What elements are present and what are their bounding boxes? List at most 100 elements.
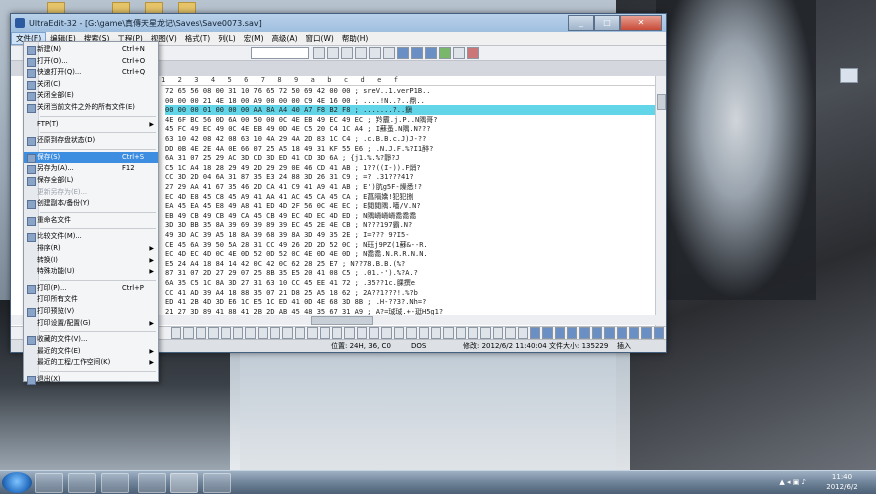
file-menu-item[interactable]: 保存全部(L) [24, 175, 158, 186]
help-icon[interactable] [453, 47, 465, 59]
bottom-tool-icon[interactable] [393, 327, 405, 339]
bottom-tool-icon[interactable] [183, 327, 194, 339]
bottom-tool-icon[interactable] [257, 327, 268, 339]
file-menu-item[interactable]: 重命名文件 [24, 215, 158, 226]
avatar-app-icon[interactable] [138, 473, 166, 493]
file-menu-item[interactable]: 打印设置/配置(G) ▶ [24, 318, 158, 329]
hex-row[interactable]: ED 41 2B 4D 3D E6 1C E5 1C ED 41 0D 4E 6… [165, 297, 655, 307]
file-menu-item[interactable]: 特殊功能(U) ▶ [24, 266, 158, 277]
bottom-tool-icon[interactable] [628, 327, 640, 339]
hex-row[interactable]: 63 10 42 08 42 08 63 10 4A 29 4A 2D 83 1… [165, 134, 655, 144]
hex-row[interactable]: EC 4D EC 4D 0C 4E 0D 52 0D 52 0C 4E 0D 4… [165, 249, 655, 259]
bottom-tool-icon[interactable] [542, 327, 553, 339]
bottom-tool-icon[interactable] [220, 327, 231, 339]
file-menu-item[interactable]: 比较文件(M)... [24, 231, 158, 243]
file-menu-item[interactable]: 最近的文件(E) ▶ [24, 346, 158, 357]
clock[interactable]: 11:40 2012/6/2 [812, 472, 872, 493]
file-menu-item[interactable]: 收藏的文件(V)... [24, 334, 158, 346]
bottom-tool-icon[interactable] [270, 327, 281, 339]
hex-row[interactable]: 27 29 AA 41 67 35 46 2D CA 41 C9 41 A9 4… [165, 182, 655, 192]
indent-icon[interactable] [369, 47, 381, 59]
vertical-scrollbar[interactable] [655, 76, 666, 326]
bottom-tool-icon[interactable] [505, 327, 516, 339]
hex-row[interactable]: C5 1C A4 18 28 29 49 2D 29 29 0E 46 CD 4… [165, 163, 655, 173]
recycle-bin-icon[interactable] [840, 68, 858, 83]
bottom-tool-icon[interactable] [344, 327, 355, 339]
bottom-tool-icon[interactable] [579, 327, 590, 339]
file-menu-item[interactable]: 关闭全部(E) [24, 90, 158, 102]
file-menu-item[interactable]: 打印预览(V) [24, 306, 158, 317]
app-taskbar-icon[interactable] [203, 473, 231, 493]
align-left-icon[interactable] [313, 47, 325, 59]
hex-row[interactable]: 72 65 56 08 00 31 10 76 65 72 50 69 42 0… [165, 86, 655, 96]
scroll-thumb[interactable] [657, 94, 666, 110]
title-bar[interactable]: UltraEdit-32 - [G:\game\真傳天星龙记\Saves\Sav… [11, 14, 666, 32]
bottom-tool-icon[interactable] [455, 327, 466, 339]
menu-9[interactable]: 窗口(W) [302, 33, 338, 44]
font-dropdown[interactable] [251, 47, 309, 59]
align-right-icon[interactable] [341, 47, 353, 59]
menu-6[interactable]: 列(L) [214, 33, 240, 44]
hex-row[interactable]: EA 45 EA 45 E8 49 A8 41 ED 4D 2F 56 0C 4… [165, 201, 655, 211]
hex-row[interactable]: 6A 31 07 25 29 AC 3D CD 3D ED 41 CD 3D 6… [165, 153, 655, 163]
menu-10[interactable]: 帮助(H) [338, 33, 373, 44]
bottom-tool-icon[interactable] [604, 327, 615, 339]
file-menu-item[interactable]: 排序(R) ▶ [24, 243, 158, 254]
bottom-tool-icon[interactable] [430, 327, 442, 339]
tray-icons[interactable]: ▲ ◂ ▣ ♪ [779, 478, 806, 486]
bottom-tool-icon[interactable] [331, 327, 343, 339]
file-menu-item[interactable]: 关闭当前文件之外的所有文件(E) [24, 102, 158, 113]
bottom-tool-icon[interactable] [468, 327, 479, 339]
menu-7[interactable]: 宏(M) [240, 33, 268, 44]
bottom-tool-icon[interactable] [232, 327, 244, 339]
bottom-tool-icon[interactable] [171, 327, 182, 339]
start-button[interactable] [2, 472, 32, 493]
file-menu-item[interactable]: 保存(S) Ctrl+S [24, 151, 158, 163]
maximize-button[interactable]: □ [594, 15, 620, 31]
media-player-icon[interactable] [35, 473, 63, 493]
bottom-tool-icon[interactable] [208, 327, 219, 339]
file-menu-item[interactable]: 快速打开(Q)... Ctrl+Q [24, 67, 158, 79]
align-center-icon[interactable] [327, 47, 339, 59]
bottom-tool-icon[interactable] [307, 327, 318, 339]
bottom-tool-icon[interactable] [492, 327, 504, 339]
close-button[interactable]: ✕ [620, 15, 662, 31]
hex-row[interactable]: EC 4D E8 45 C8 45 A9 41 AA 41 AC 45 CA 4… [165, 192, 655, 202]
bottom-tool-icon[interactable] [517, 327, 528, 339]
bottom-tool-icon[interactable] [591, 327, 603, 339]
bottom-tool-icon[interactable] [653, 327, 664, 339]
hex-row[interactable]: DD 0B 4E 2E 4A 0E 66 07 25 A5 18 49 31 K… [165, 144, 655, 154]
bottom-tool-icon[interactable] [195, 327, 207, 339]
file-menu-item[interactable]: 关闭(C) [24, 79, 158, 90]
file-menu-item[interactable]: 转换(I) ▶ [24, 255, 158, 266]
file-menu-item[interactable]: FTP(T) ▶ [24, 119, 158, 130]
file-menu-item[interactable]: 退出(X) [24, 374, 158, 385]
file-menu-item[interactable]: 打印(P)... Ctrl+P [24, 283, 158, 294]
file-menu-item[interactable]: 更新另存为(E)... [24, 187, 158, 198]
scroll-thumb[interactable] [311, 316, 373, 325]
bottom-tool-icon[interactable] [406, 327, 417, 339]
explorer-icon[interactable] [68, 473, 96, 493]
file-menu-item[interactable]: 打开(O)... Ctrl+O [24, 56, 158, 67]
file-menu-item[interactable]: 还原到存盘状态(D) [24, 135, 158, 147]
window-cascade-icon[interactable] [411, 47, 423, 59]
bottom-tool-icon[interactable] [356, 327, 367, 339]
refresh-icon[interactable] [439, 47, 451, 59]
file-menu-item[interactable]: 另存为(A)... F12 [24, 163, 158, 175]
hex-row[interactable]: CC 41 AD 39 A4 18 88 35 07 21 D8 25 A5 1… [165, 288, 655, 298]
window-list-icon[interactable] [425, 47, 437, 59]
file-menu-item[interactable]: 创建副本/备份(Y) [24, 198, 158, 210]
context-help-icon[interactable] [467, 47, 479, 59]
hex-row[interactable]: CE 45 6A 39 50 5A 28 31 CC 49 26 2D 2D 5… [165, 240, 655, 250]
hex-row[interactable]: 87 31 07 2D 27 29 07 25 8B 35 E5 20 41 0… [165, 268, 655, 278]
hex-row[interactable]: 49 3D AC 39 A5 18 8A 39 68 39 8A 3D 49 3… [165, 230, 655, 240]
bottom-tool-icon[interactable] [616, 327, 627, 339]
hex-row[interactable]: 3D 3D BB 35 8A 39 69 39 89 39 EC 45 2E 4… [165, 220, 655, 230]
menu-5[interactable]: 格式(T) [181, 33, 214, 44]
bottom-tool-icon[interactable] [480, 327, 491, 339]
minimize-button[interactable]: _ [568, 15, 594, 31]
bottom-tool-icon[interactable] [567, 327, 578, 339]
file-menu-item[interactable]: 新建(N) Ctrl+N [24, 44, 158, 55]
file-menu-item[interactable]: 打印所有文件 [24, 294, 158, 305]
hex-row[interactable]: EB 49 CB 49 CB 49 CA 45 CB 49 EC 4D EC 4… [165, 211, 655, 221]
